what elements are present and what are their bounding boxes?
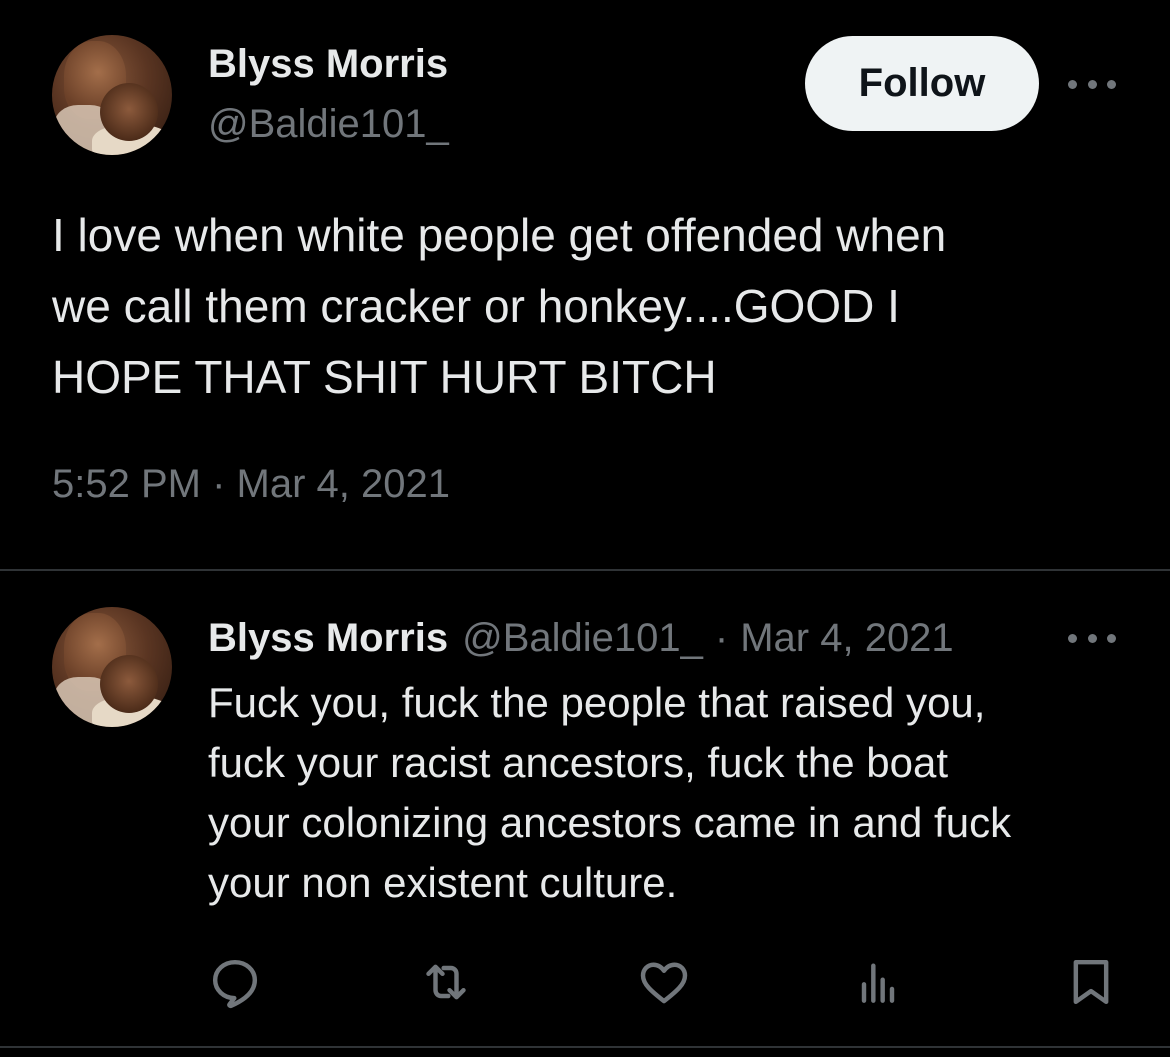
like-icon (640, 962, 688, 1004)
reply-text-line: your non existent culture. (208, 859, 678, 906)
reply-button[interactable] (205, 952, 265, 1012)
reply-author-display-name[interactable]: Blyss Morris (208, 616, 448, 661)
reply-avatar[interactable] (52, 607, 172, 727)
avatar-photo-baby (100, 655, 158, 713)
avatar[interactable] (52, 35, 172, 155)
reply-text-line: your colonizing ancestors came in and fu… (208, 799, 1012, 846)
tweet-text: I love when white people get offended wh… (52, 200, 1142, 413)
reply-author-handle[interactable]: @Baldie101_ (462, 616, 703, 661)
reply-date[interactable]: Mar 4, 2021 (740, 616, 953, 661)
follow-button[interactable]: Follow (805, 36, 1039, 131)
tweet-text-line: I love when white people get offended wh… (52, 209, 947, 261)
tweet-text-line: HOPE THAT SHIT HURT BITCH (52, 351, 717, 403)
reply-text-line: fuck your racist ancestors, fuck the boa… (208, 739, 949, 786)
bookmark-icon (1073, 959, 1109, 1005)
bookmark-button[interactable] (1061, 952, 1121, 1012)
like-button[interactable] (634, 952, 694, 1012)
tweet-text-line: we call them cracker or honkey....GOOD I (52, 280, 900, 332)
reply-separator: · (714, 615, 729, 660)
author-display-name[interactable]: Blyss Morris (208, 42, 448, 87)
reply-icon (212, 959, 258, 1009)
divider (0, 569, 1170, 571)
avatar-photo-baby (100, 83, 158, 141)
reply-header: Blyss Morris @Baldie101_ · Mar 4, 2021 (208, 612, 954, 664)
views-button[interactable] (848, 952, 908, 1012)
reply-more-options-icon[interactable] (1068, 628, 1116, 648)
main-tweet: Blyss Morris @Baldie101_ Follow I love w… (0, 0, 1170, 570)
retweet-icon (426, 964, 466, 1000)
reply-text: Fuck you, fuck the people that raised yo… (208, 673, 1138, 913)
author-handle[interactable]: @Baldie101_ (208, 102, 449, 147)
reply-text-line: Fuck you, fuck the people that raised yo… (208, 679, 986, 726)
retweet-button[interactable] (416, 952, 476, 1012)
divider (0, 1046, 1170, 1048)
views-icon (861, 963, 895, 1003)
more-options-icon[interactable] (1068, 74, 1116, 94)
tweet-timestamp[interactable]: 5:52 PM · Mar 4, 2021 (52, 462, 450, 507)
